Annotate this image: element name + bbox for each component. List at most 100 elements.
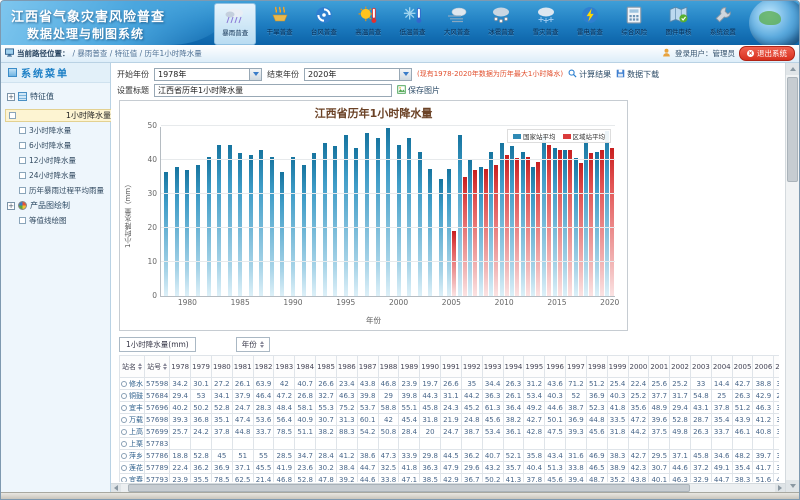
data-download-button[interactable]: 数据下载 (616, 69, 659, 80)
expander-icon[interactable] (7, 93, 15, 101)
scroll-up-arrow-icon[interactable] (786, 63, 799, 75)
logout-button[interactable]: × 退出系统 (739, 46, 795, 61)
radio-button[interactable] (121, 453, 127, 459)
horizontal-scrollbar[interactable] (111, 483, 785, 492)
toolbar-item-2[interactable]: 干旱普查 (258, 3, 300, 45)
year-header-1988[interactable]: 1988 (378, 356, 399, 378)
year-header-1996[interactable]: 1996 (545, 356, 566, 378)
vertical-scrollbar[interactable] (785, 63, 799, 492)
radio-button[interactable] (121, 417, 127, 423)
year-header-1995[interactable]: 1995 (524, 356, 545, 378)
year-sort-control[interactable]: 年份 (236, 337, 270, 352)
toolbar-item-12[interactable]: 系统设置 (702, 3, 744, 45)
scroll-down-arrow-icon[interactable] (786, 480, 799, 492)
sort-arrows-icon (260, 341, 264, 348)
station-name-cell[interactable]: 修水 (120, 378, 145, 390)
sidebar-item-1-4[interactable]: 12小时降水量 (5, 153, 108, 168)
radio-button[interactable] (121, 441, 127, 447)
toolbar-item-10[interactable]: 综合风险 (613, 3, 655, 45)
station-name-cell[interactable]: 萍乡 (120, 450, 145, 462)
year-header-1998[interactable]: 1998 (586, 356, 607, 378)
checkbox-icon[interactable] (19, 142, 26, 149)
year-header-2001[interactable]: 2001 (649, 356, 670, 378)
sidebar-group-1[interactable]: 特征值 (5, 89, 108, 104)
sidebar-item-1-6[interactable]: 历年暴雨过程平均雨量 (5, 183, 108, 198)
station-name-cell[interactable]: 上栗 (120, 438, 145, 450)
radio-button[interactable] (121, 381, 127, 387)
toolbar-item-6[interactable]: 大风普查 (436, 3, 478, 45)
checkbox-icon[interactable] (19, 217, 26, 224)
toolbar-item-4[interactable]: 高温普查 (347, 3, 389, 45)
station-id-header[interactable]: 站号 (145, 356, 170, 378)
station-name-cell[interactable]: 万载 (120, 414, 145, 426)
year-header-2004[interactable]: 2004 (711, 356, 732, 378)
station-name-cell[interactable]: 上高 (120, 426, 145, 438)
radio-button[interactable] (121, 477, 127, 483)
radio-button[interactable] (121, 405, 127, 411)
sidebar-group-2[interactable]: 产品图绘制 (5, 198, 108, 213)
toolbar-item-7[interactable]: 冰雹普查 (480, 3, 522, 45)
scroll-right-arrow-icon[interactable] (775, 484, 785, 492)
year-header-1999[interactable]: 1999 (607, 356, 628, 378)
year-header-2003[interactable]: 2003 (690, 356, 711, 378)
sidebar-item-1-5[interactable]: 24小时降水量 (5, 168, 108, 183)
save-image-button[interactable]: 保存图片 (397, 85, 440, 96)
year-header-1994[interactable]: 1994 (503, 356, 524, 378)
sidebar-item-1-2[interactable]: 3小时降水量 (5, 123, 108, 138)
year-header-1993[interactable]: 1993 (482, 356, 503, 378)
station-name-cell[interactable]: 宜春 (120, 474, 145, 483)
year-header-1978[interactable]: 1978 (170, 356, 191, 378)
sidebar-item-1-3[interactable]: 6小时降水量 (5, 138, 108, 153)
year-header-1980[interactable]: 1980 (211, 356, 232, 378)
radio-button[interactable] (121, 393, 127, 399)
station-name-cell[interactable]: 莲花 (120, 462, 145, 474)
year-header-1986[interactable]: 1986 (336, 356, 357, 378)
calc-result-button[interactable]: 计算结果 (568, 69, 611, 80)
year-header-1985[interactable]: 1985 (316, 356, 337, 378)
toolbar-item-9[interactable]: 雷电普查 (569, 3, 611, 45)
chart-title-input[interactable] (154, 84, 392, 97)
bar-national (175, 167, 179, 296)
station-name-header[interactable]: 站名 (120, 356, 145, 378)
end-year-select[interactable]: 2020年 (304, 68, 412, 81)
toolbar-item-3[interactable]: 台风普查 (303, 3, 345, 45)
radio-button[interactable] (121, 429, 127, 435)
toolbar-item-5[interactable]: 低温普查 (391, 3, 433, 45)
year-header-2006[interactable]: 2006 (753, 356, 774, 378)
year-header-1989[interactable]: 1989 (399, 356, 420, 378)
radio-button[interactable] (121, 465, 127, 471)
year-header-1981[interactable]: 1981 (232, 356, 253, 378)
checkbox-icon[interactable] (9, 112, 16, 119)
checkbox-icon[interactable] (19, 172, 26, 179)
year-header-1987[interactable]: 1987 (357, 356, 378, 378)
toolbar-item-1[interactable]: 暴雨普查 (214, 3, 256, 45)
year-header-2005[interactable]: 2005 (732, 356, 753, 378)
year-header-1991[interactable]: 1991 (441, 356, 462, 378)
year-header-2007[interactable]: 2007 (774, 356, 779, 378)
sidebar-item-2-1[interactable]: 等值线绘图 (5, 213, 108, 228)
checkbox-icon[interactable] (19, 157, 26, 164)
value-cell: 39.4 (566, 474, 587, 483)
horizontal-scroll-thumb[interactable] (128, 484, 690, 492)
year-header-1979[interactable]: 1979 (191, 356, 212, 378)
sidebar-item-1-1[interactable]: 1小时降水量 (5, 109, 113, 122)
toolbar-item-11[interactable]: 图件审核 (657, 3, 699, 45)
year-header-1982[interactable]: 1982 (253, 356, 274, 378)
start-year-select[interactable]: 1978年 (154, 68, 262, 81)
expander-icon[interactable] (7, 202, 15, 210)
year-header-1992[interactable]: 1992 (461, 356, 482, 378)
checkbox-icon[interactable] (19, 187, 26, 194)
scroll-left-arrow-icon[interactable] (111, 484, 121, 492)
vertical-scroll-thumb[interactable] (787, 77, 798, 182)
year-header-1984[interactable]: 1984 (295, 356, 316, 378)
checkbox-icon[interactable] (19, 127, 26, 134)
year-header-1990[interactable]: 1990 (420, 356, 441, 378)
year-header-2000[interactable]: 2000 (628, 356, 649, 378)
year-header-2002[interactable]: 2002 (670, 356, 691, 378)
year-header-1983[interactable]: 1983 (274, 356, 295, 378)
year-header-1997[interactable]: 1997 (566, 356, 587, 378)
station-name-cell[interactable]: 宜丰 (120, 402, 145, 414)
station-name-cell[interactable]: 铜鼓 (120, 390, 145, 402)
value-cell: 47.2 (274, 390, 295, 402)
toolbar-item-8[interactable]: 雪灾普查 (524, 3, 566, 45)
